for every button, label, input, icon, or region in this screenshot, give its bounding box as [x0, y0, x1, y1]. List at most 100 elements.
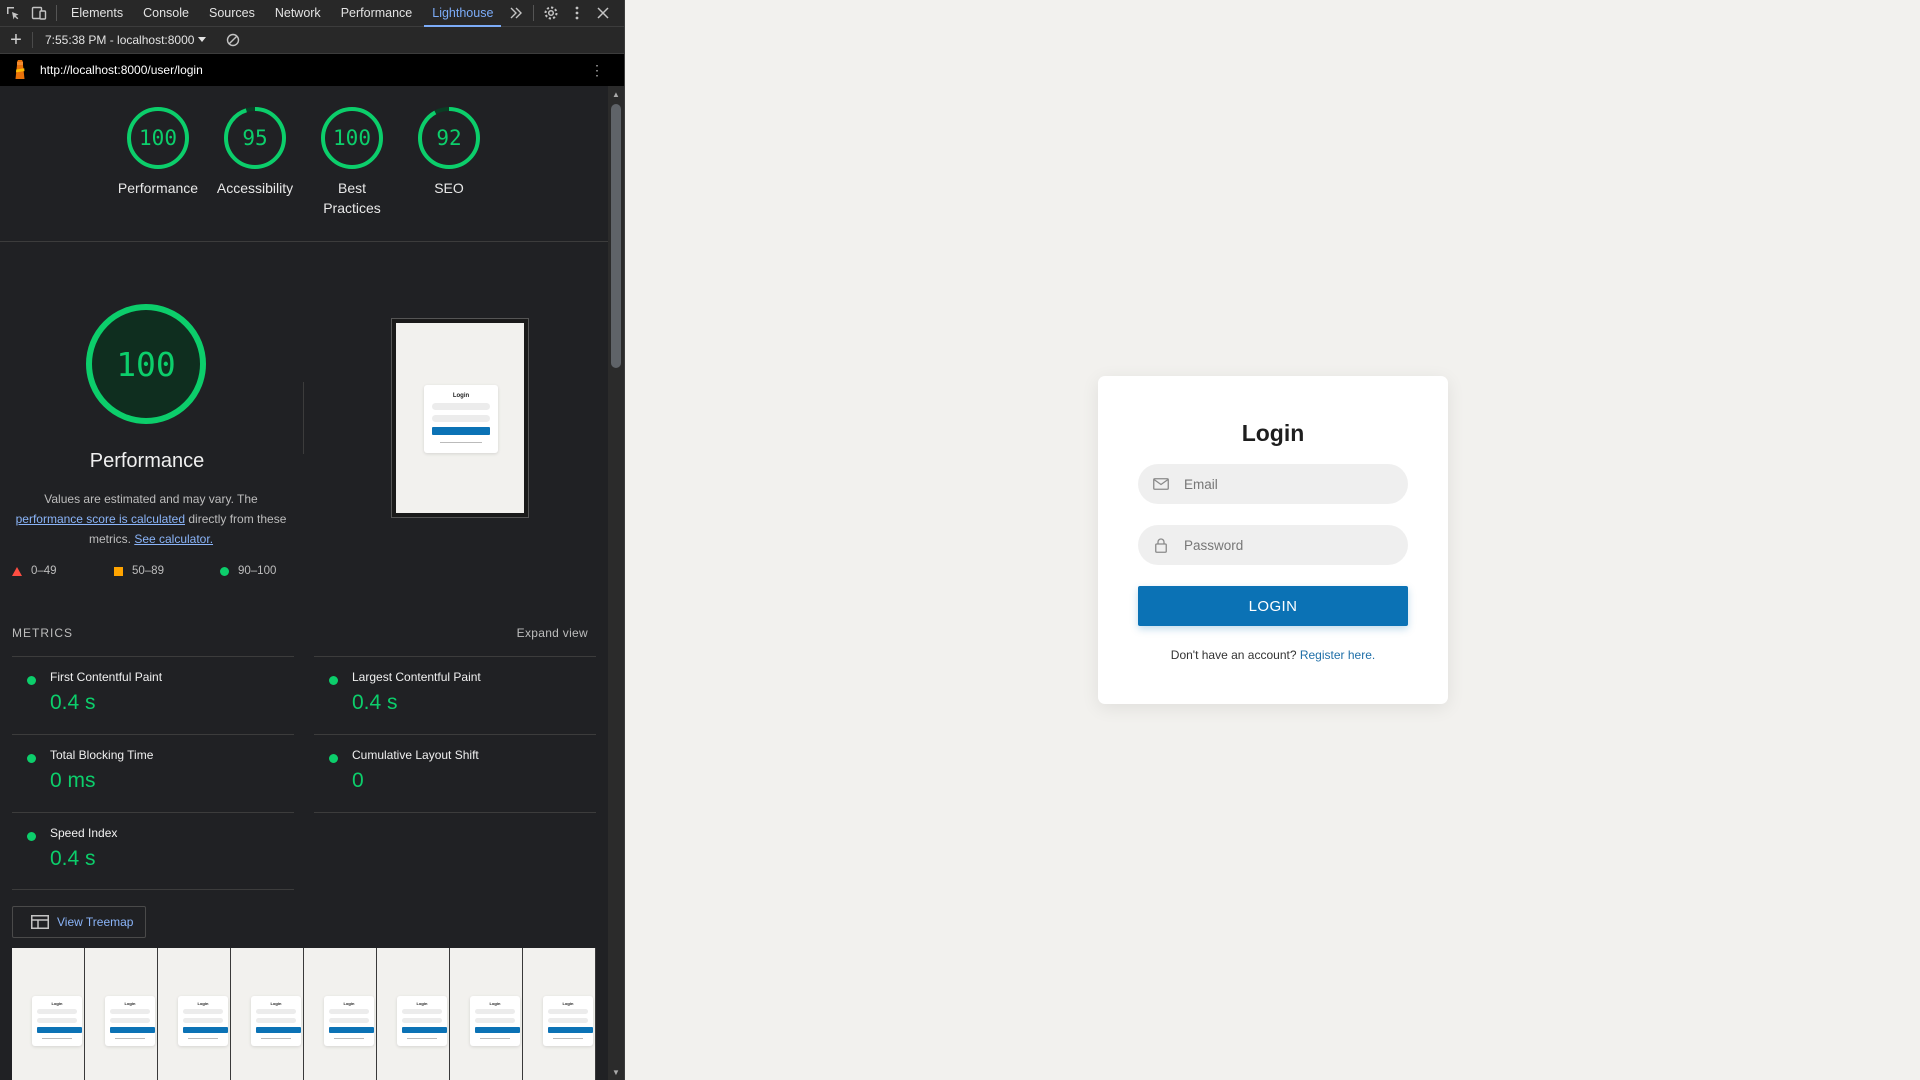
mini-password-field	[256, 1018, 296, 1023]
see-calculator-link[interactable]: See calculator.	[134, 532, 213, 546]
device-toolbar-icon[interactable]	[26, 0, 52, 27]
pass-dot-icon	[27, 832, 36, 841]
metric-largest-contentful-paint[interactable]: Largest Contentful Paint 0.4 s	[314, 656, 596, 734]
tab-performance[interactable]: Performance	[331, 0, 423, 27]
password-field[interactable]	[1138, 525, 1408, 565]
close-icon[interactable]	[590, 0, 616, 27]
mini-password-field	[475, 1018, 515, 1023]
metric-value: 0 ms	[50, 769, 96, 792]
mini-login-card: Login	[424, 385, 498, 453]
mini-password-field	[329, 1018, 369, 1023]
category-gauges: 100 Performance 95 Accessibility 100 Bes…	[0, 86, 608, 242]
report-menu-icon[interactable]: ⋮	[590, 62, 605, 79]
average-square-icon	[114, 566, 123, 576]
gauge-best-practices[interactable]: 100 Best Practices	[302, 106, 402, 218]
mini-password-field	[37, 1018, 77, 1023]
gauge-performance[interactable]: 100 Performance	[108, 106, 208, 198]
performance-hero-gauge: 100	[84, 302, 208, 426]
mini-login-card: Login	[470, 996, 520, 1046]
metrics-divider	[314, 812, 596, 813]
lighthouse-report: 100 Performance 95 Accessibility 100 Bes…	[0, 86, 608, 1080]
audited-url[interactable]: http://localhost:8000/user/login	[40, 63, 203, 77]
metric-value: 0.4 s	[50, 691, 96, 714]
tab-lighthouse[interactable]: Lighthouse	[422, 0, 503, 27]
metric-name: First Contentful Paint	[50, 670, 163, 684]
filmstrip-frame: Login	[523, 948, 596, 1080]
metric-cumulative-layout-shift[interactable]: Cumulative Layout Shift 0	[314, 734, 596, 812]
mail-icon	[1152, 478, 1170, 490]
view-treemap-label: View Treemap	[57, 915, 134, 929]
tab-sources[interactable]: Sources	[199, 0, 265, 27]
tab-network[interactable]: Network	[265, 0, 331, 27]
chevron-down-icon	[198, 37, 207, 42]
score-calculated-link[interactable]: performance score is calculated	[16, 512, 185, 526]
mini-login-button	[329, 1027, 374, 1033]
mini-email-field	[432, 403, 490, 410]
mini-password-field	[183, 1018, 223, 1023]
mini-login-button	[37, 1027, 82, 1033]
performance-description: Values are estimated and may vary. The p…	[8, 489, 294, 549]
mini-email-field	[110, 1009, 150, 1014]
register-text: Don't have an account?	[1170, 648, 1297, 662]
devtools-panel: Elements Console Sources Network Perform…	[0, 0, 625, 1080]
login-button[interactable]: LOGIN	[1138, 586, 1408, 626]
scroll-up-arrow-icon[interactable]: ▲	[612, 90, 620, 99]
mini-register-line	[42, 1038, 72, 1039]
legend-pass-label: 90–100	[238, 565, 277, 577]
metric-first-contentful-paint[interactable]: First Contentful Paint 0.4 s	[12, 656, 294, 734]
fail-triangle-icon	[12, 566, 22, 576]
mini-email-field	[329, 1009, 369, 1014]
more-options-icon[interactable]	[564, 0, 590, 27]
mini-password-field	[548, 1018, 588, 1023]
metric-speed-index[interactable]: Speed Index 0.4 s	[12, 812, 294, 890]
gauge-score: 100	[333, 126, 371, 150]
mini-login-title: Login	[489, 1001, 501, 1006]
view-treemap-button[interactable]: View Treemap	[12, 906, 146, 938]
expand-view-toggle[interactable]: Expand view	[517, 626, 588, 640]
gauge-accessibility[interactable]: 95 Accessibility	[205, 106, 305, 198]
metrics-header: METRICS Expand view	[12, 626, 588, 640]
gauge-score: 92	[436, 126, 462, 150]
clear-reports-icon[interactable]	[226, 33, 240, 47]
inspect-element-icon[interactable]	[0, 0, 26, 27]
login-title: Login	[1241, 420, 1305, 446]
lighthouse-report-toolbar: + 7:55:38 PM - localhost:8000	[0, 27, 625, 54]
report-scrollbar[interactable]: ▲ ▼	[608, 86, 624, 1080]
mini-email-field	[475, 1009, 515, 1014]
tab-elements[interactable]: Elements	[61, 0, 133, 27]
mini-register-line	[115, 1038, 145, 1039]
metric-total-blocking-time[interactable]: Total Blocking Time 0 ms	[12, 734, 294, 812]
mini-login-title: Login	[452, 393, 470, 399]
password-input[interactable]	[1184, 537, 1384, 553]
filmstrip: Login Login Login Login Login Login Logi…	[12, 948, 596, 1080]
mini-email-field	[548, 1009, 588, 1014]
new-report-plus-icon[interactable]: +	[0, 29, 32, 52]
mini-login-card: Login	[105, 996, 155, 1046]
mini-email-field	[183, 1009, 223, 1014]
email-input[interactable]	[1184, 476, 1384, 492]
settings-gear-icon[interactable]	[538, 0, 564, 27]
report-select-dropdown[interactable]: 7:55:38 PM - localhost:8000	[45, 33, 207, 47]
register-link[interactable]: Register here.	[1300, 648, 1375, 662]
mini-login-card: Login	[543, 996, 593, 1046]
metric-value: 0.4 s	[50, 847, 96, 870]
legend-average-label: 50–89	[132, 565, 164, 577]
tab-console[interactable]: Console	[133, 0, 199, 27]
scrollbar-thumb[interactable]	[611, 104, 621, 368]
pass-dot-icon	[27, 676, 36, 685]
mini-email-field	[256, 1009, 296, 1014]
email-field[interactable]	[1138, 464, 1408, 504]
hero-divider	[303, 382, 304, 454]
mini-login-title: Login	[343, 1001, 355, 1006]
report-select-label: 7:55:38 PM - localhost:8000	[45, 33, 195, 47]
metric-name: Largest Contentful Paint	[352, 670, 481, 684]
mini-register-line	[188, 1038, 218, 1039]
treemap-icon	[31, 915, 49, 929]
gauge-seo[interactable]: 92 SEO	[399, 106, 499, 198]
performance-title: Performance	[89, 450, 205, 472]
pass-circle-icon	[220, 566, 229, 576]
scroll-down-arrow-icon[interactable]: ▼	[612, 1068, 620, 1077]
lighthouse-url-bar: http://localhost:8000/user/login ⋮	[0, 54, 625, 86]
final-screenshot[interactable]: Login	[391, 318, 529, 518]
more-tabs-icon[interactable]	[503, 0, 529, 27]
